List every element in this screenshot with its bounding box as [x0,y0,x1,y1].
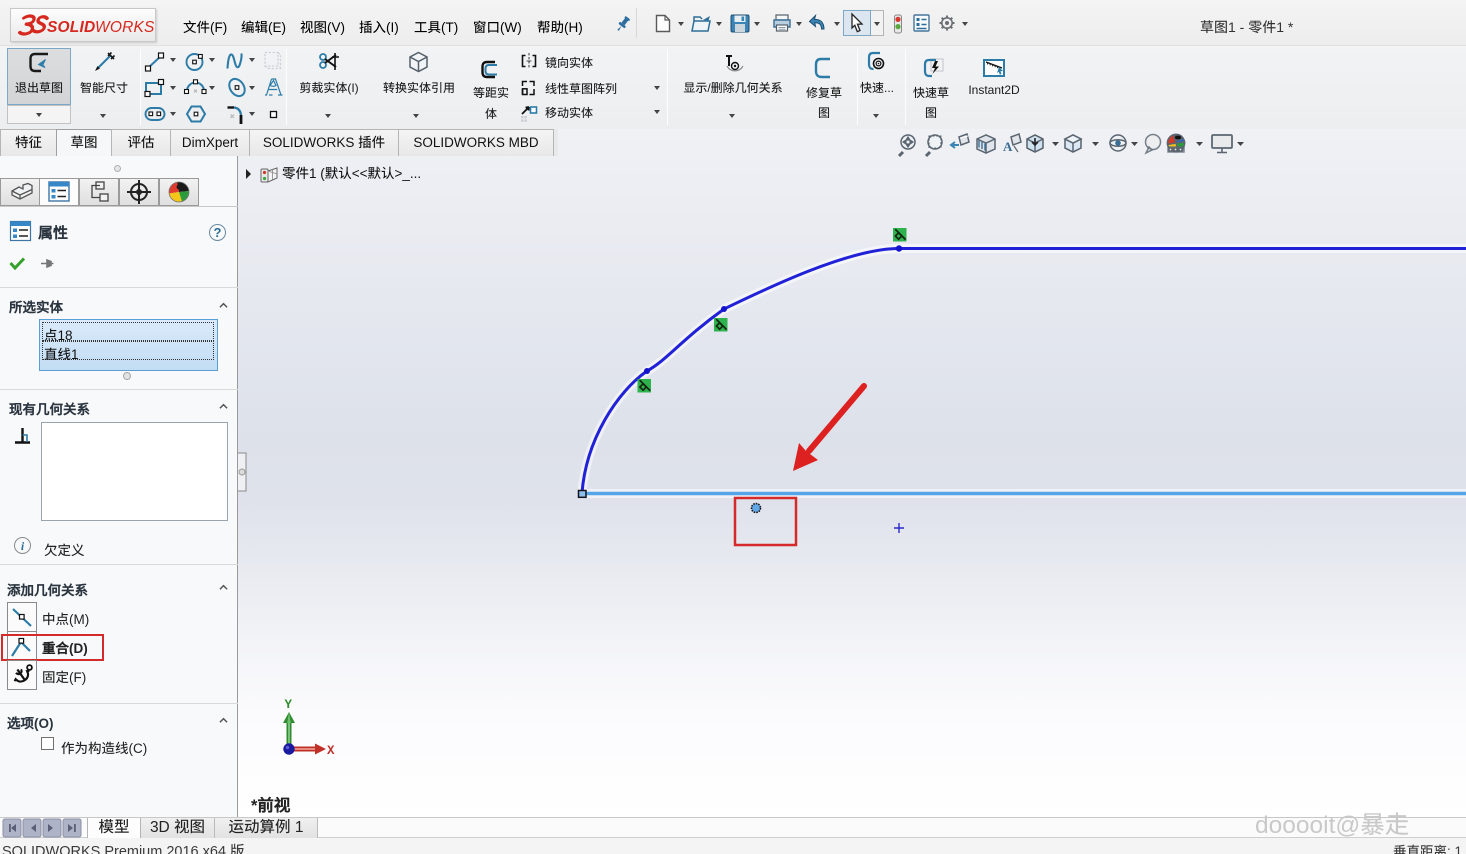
svg-text:X: X [327,744,335,758]
svg-text:Y: Y [285,698,293,712]
svg-text:A: A [1003,139,1013,154]
